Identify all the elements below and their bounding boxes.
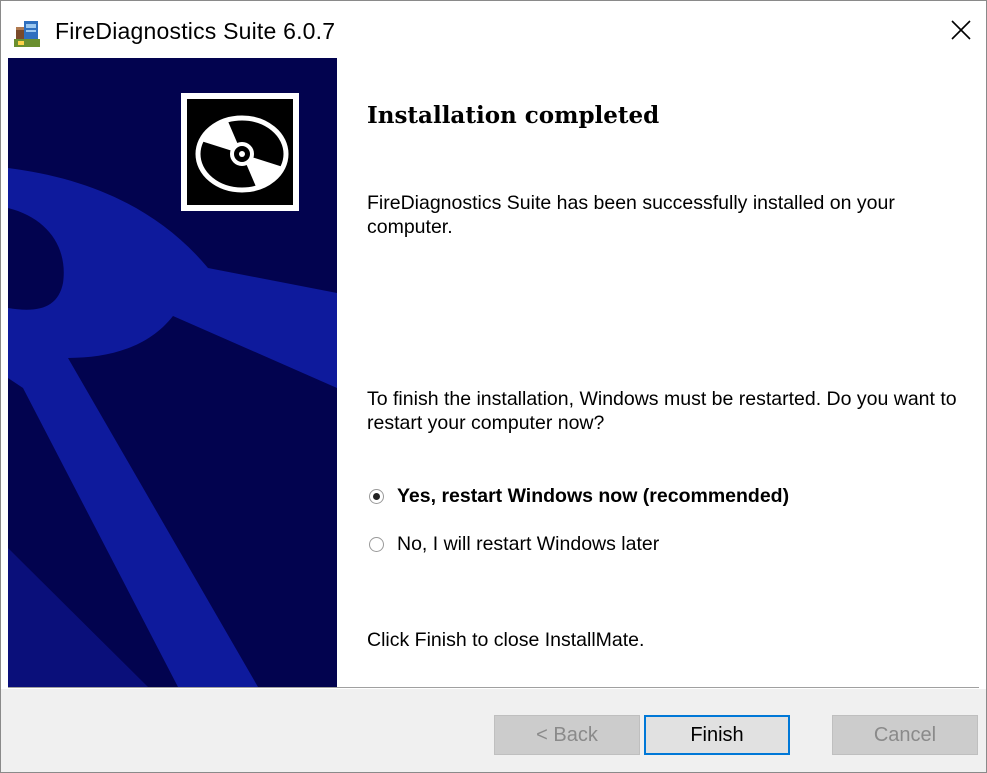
cancel-button[interactable]: Cancel [832, 715, 978, 755]
page-title: Installation completed [367, 102, 660, 129]
restart-later-option[interactable]: No, I will restart Windows later [369, 530, 659, 558]
restart-now-radio[interactable] [369, 488, 384, 504]
content-panel: Installation completed FireDiagnostics S… [337, 58, 986, 687]
title-bar: FireDiagnostics Suite 6.0.7 [1, 1, 986, 58]
disc-logo [181, 93, 299, 211]
restart-later-radio[interactable] [369, 536, 384, 552]
installer-package-icon [12, 17, 42, 49]
installer-window: FireDiagnostics Suite 6.0.7 Installation… [0, 0, 987, 773]
finish-hint: Click Finish to close InstallMate. [367, 629, 645, 651]
restart-later-label: No, I will restart Windows later [397, 532, 660, 555]
window-title: FireDiagnostics Suite 6.0.7 [55, 18, 336, 44]
restart-prompt: To finish the installation, Windows must… [367, 388, 957, 434]
restart-now-label: Yes, restart Windows now (recommended) [397, 484, 790, 507]
button-bar: < Back Finish Cancel [1, 689, 986, 772]
success-message: FireDiagnostics Suite has been successfu… [367, 192, 895, 238]
close-button[interactable] [936, 1, 986, 58]
finish-button[interactable]: Finish [644, 715, 790, 755]
disc-logo-icon [187, 99, 293, 205]
back-button[interactable]: < Back [494, 715, 640, 755]
installer-banner [8, 58, 337, 687]
restart-now-option[interactable]: Yes, restart Windows now (recommended) [369, 482, 789, 510]
close-icon [951, 20, 971, 40]
